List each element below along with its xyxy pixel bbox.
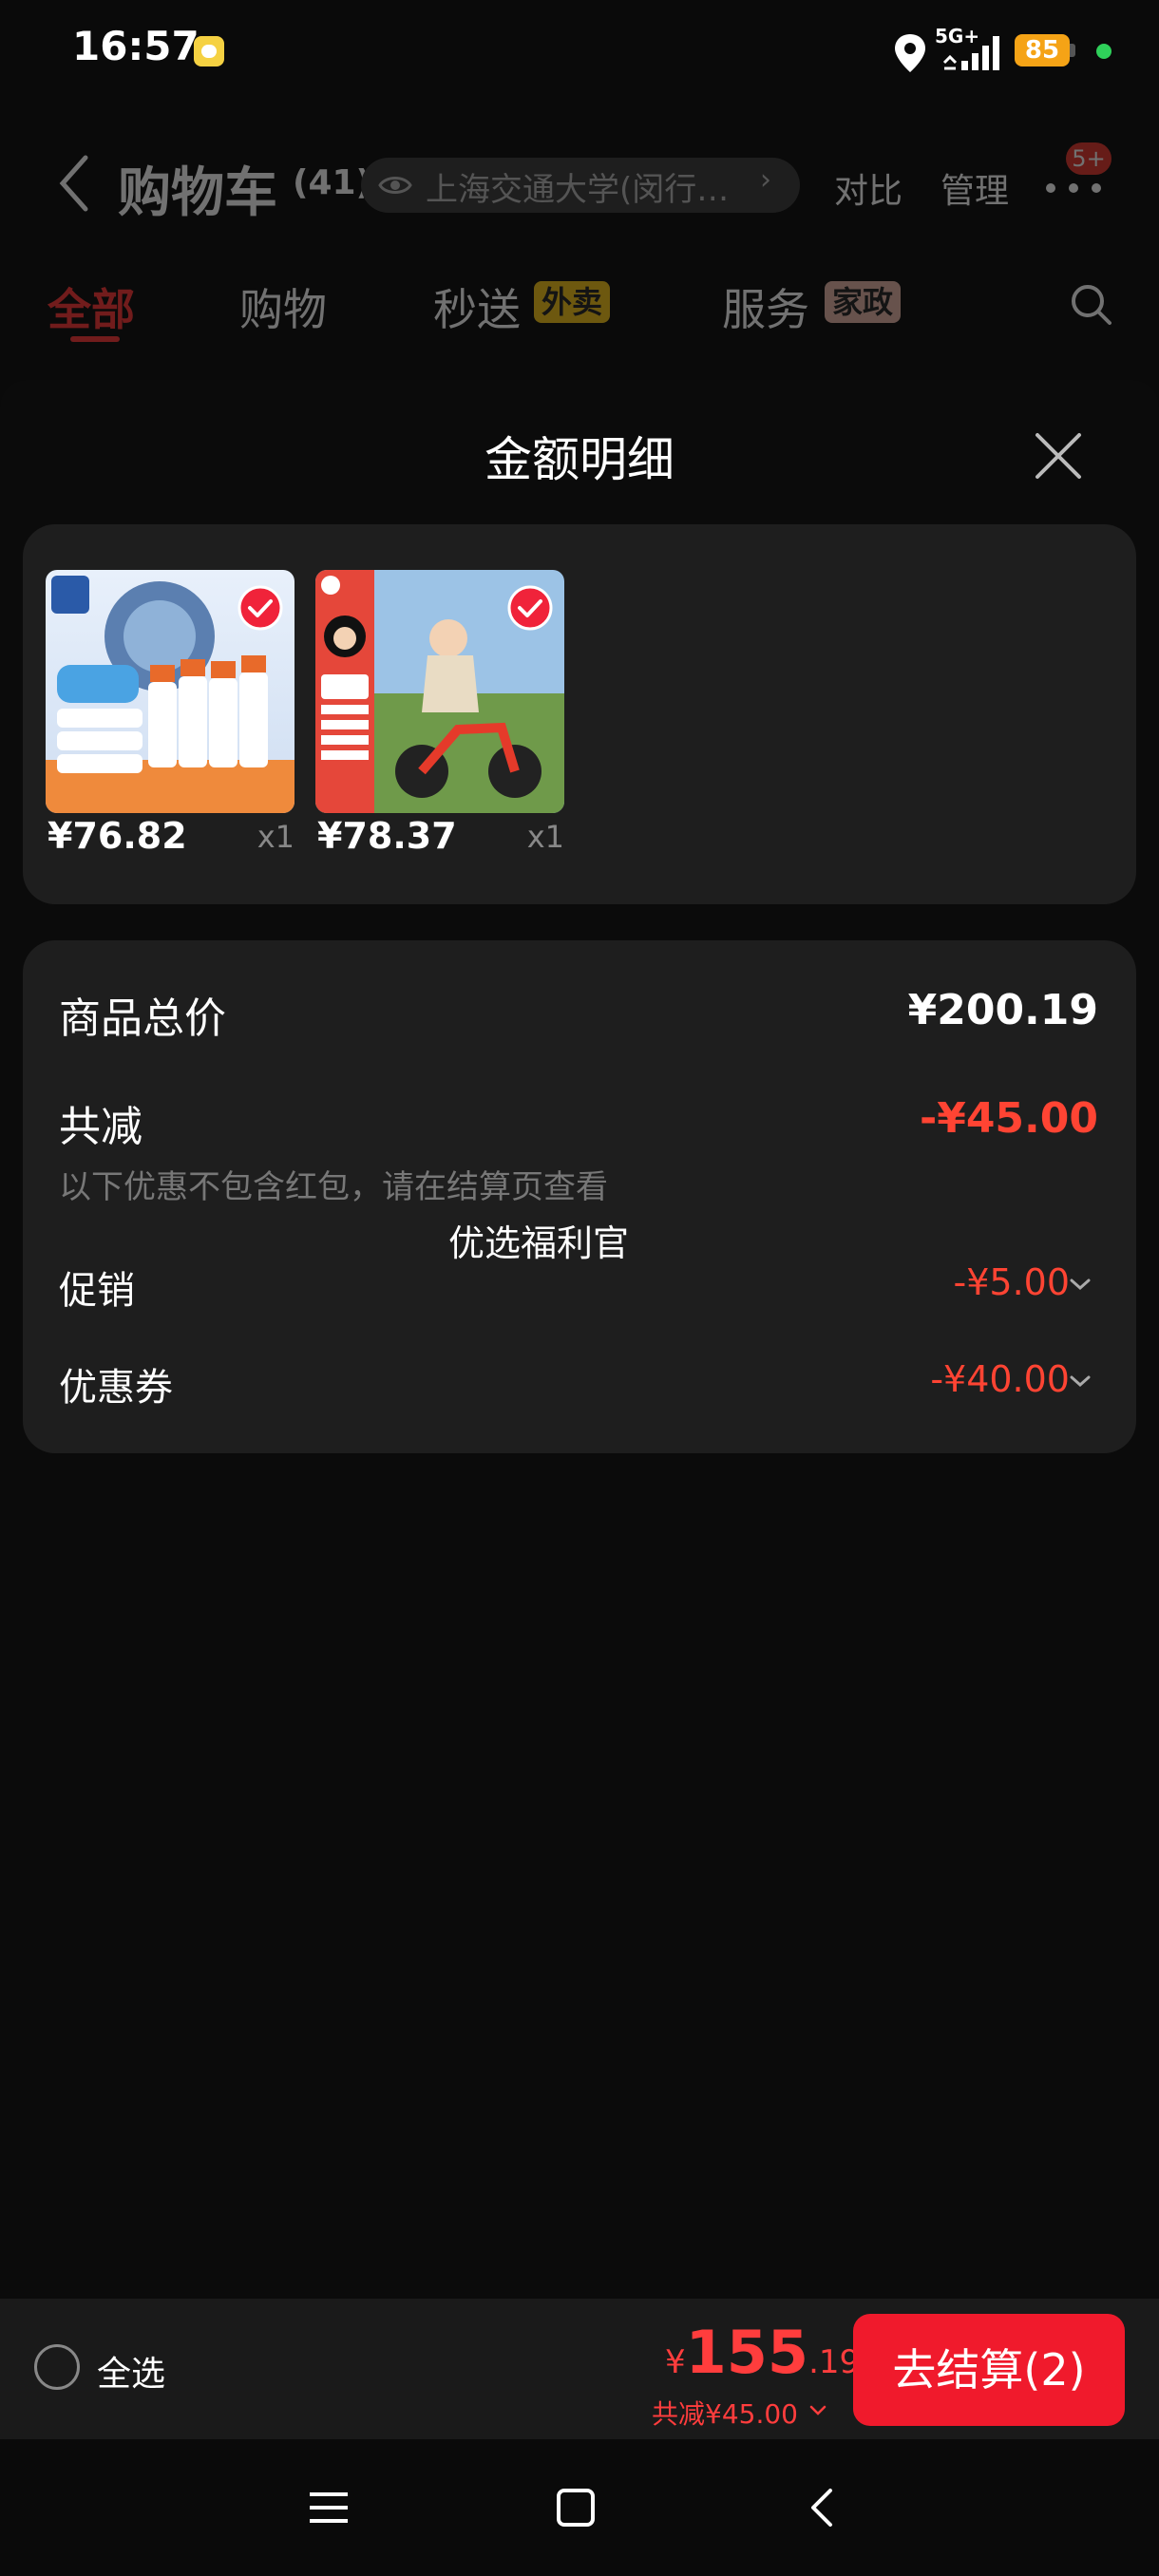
product-image <box>315 570 564 813</box>
promotion-label[interactable]: 促销 <box>59 1260 135 1315</box>
status-bar: 16:57 5G+ 85 <box>0 0 1159 104</box>
battery-indicator: 85 <box>1015 34 1070 66</box>
discount-label: 共减 <box>59 1103 142 1151</box>
total-integer: 155 <box>685 2318 809 2387</box>
total-price-value: ¥200.19 <box>907 986 1098 1034</box>
saved-amount[interactable]: 共减¥45.00 <box>652 2394 798 2432</box>
cart-count: (41) <box>293 163 372 202</box>
selected-products-card: ¥76.82 x1 ¥78.37 x1 <box>23 524 1136 904</box>
tab-all[interactable]: 全部 <box>48 275 135 338</box>
promotion-value[interactable]: -¥5.00 <box>954 1261 1071 1303</box>
select-all-label[interactable]: 全选 <box>97 2346 165 2396</box>
product-price: ¥78.37 <box>317 815 457 857</box>
signal-icon <box>942 36 999 70</box>
currency-symbol: ¥ <box>665 2343 686 2381</box>
coupon-value[interactable]: -¥40.00 <box>930 1358 1070 1400</box>
sheet-title: 金额明细 <box>484 432 674 487</box>
chevron-down-icon[interactable] <box>1068 1277 1092 1292</box>
back-nav-icon[interactable] <box>800 2485 846 2530</box>
product-quantity: x1 <box>526 819 564 855</box>
total-amount: ¥155.19 <box>665 2318 860 2387</box>
checkout-button[interactable]: 去结算(2) <box>853 2314 1125 2426</box>
more-icon[interactable] <box>1043 177 1104 199</box>
product-price: ¥76.82 <box>48 815 187 857</box>
eye-icon <box>378 177 412 194</box>
system-navigation-bar <box>0 2439 1159 2576</box>
page-title: 购物车 <box>118 162 277 224</box>
chevron-down-icon[interactable] <box>1068 1373 1092 1389</box>
chevron-down-icon[interactable] <box>809 2405 826 2416</box>
tab-active-indicator <box>70 336 120 342</box>
search-icon[interactable] <box>1068 281 1113 327</box>
tab-shopping[interactable]: 购物 <box>239 275 327 338</box>
close-icon[interactable] <box>1030 427 1087 484</box>
discount-note: 以下优惠不包含红包，请在结算页查看 <box>59 1168 608 1206</box>
cart-page-background: 购物车 (41) 上海交通大学(闵行… › 对比 管理 5+ 全部 购物 秒送 … <box>0 104 1159 389</box>
back-icon[interactable] <box>57 154 91 213</box>
compare-button[interactable]: 对比 <box>834 163 902 213</box>
location-icon <box>895 34 925 72</box>
battery-tip <box>1070 44 1075 57</box>
check-icon[interactable] <box>507 585 553 631</box>
notification-badge: 5+ <box>1066 142 1112 175</box>
product-quantity: x1 <box>256 819 294 855</box>
checkout-bar: 全选 ¥155.19 共减¥45.00 去结算(2) <box>0 2299 1159 2439</box>
discount-value: -¥45.00 <box>919 1094 1098 1143</box>
check-icon[interactable] <box>238 585 283 631</box>
radio-icon[interactable] <box>34 2344 80 2390</box>
menu-icon[interactable] <box>306 2485 352 2530</box>
coupon-label[interactable]: 优惠券 <box>59 1356 173 1411</box>
manage-button[interactable]: 管理 <box>940 163 1009 213</box>
chevron-right-icon: › <box>760 163 771 197</box>
privacy-indicator-dot <box>1096 44 1112 59</box>
floating-label[interactable]: 优选福利官 <box>448 1214 629 1266</box>
housekeeping-tag: 家政 <box>825 281 902 323</box>
takeout-tag: 外卖 <box>534 281 611 323</box>
address-text: 上海交通大学(闵行… <box>426 171 730 209</box>
total-price-label: 商品总价 <box>59 994 226 1043</box>
tab-services[interactable]: 服务 <box>722 275 809 338</box>
app-notification-icon <box>194 36 224 66</box>
tab-instant-delivery[interactable]: 秒送 <box>433 275 521 338</box>
home-icon[interactable] <box>553 2485 598 2530</box>
product-image <box>46 570 294 813</box>
status-time: 16:57 <box>72 23 200 69</box>
